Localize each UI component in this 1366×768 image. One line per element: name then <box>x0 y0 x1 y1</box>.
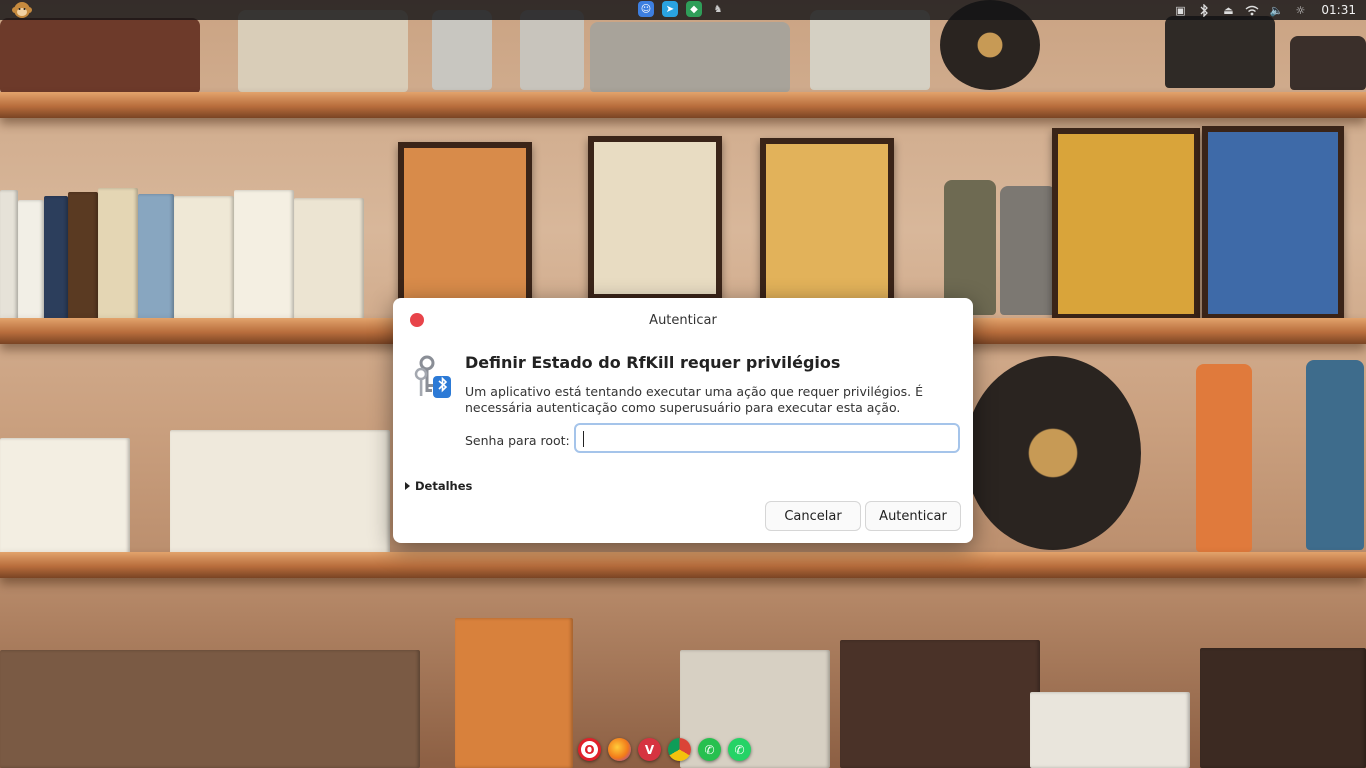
finder-face-icon[interactable]: ☺ <box>638 1 654 17</box>
firefox-icon[interactable] <box>608 738 631 761</box>
monkey-menu-icon[interactable] <box>12 1 32 19</box>
book-row <box>840 640 1040 768</box>
bucket-decoration <box>590 22 790 92</box>
book <box>138 194 174 325</box>
bottle-decoration <box>1000 186 1056 315</box>
panel-running-apps: ☺ ➤ ◆ ♞ <box>638 1 726 17</box>
book-stack <box>170 430 390 563</box>
book-stack <box>1030 692 1190 768</box>
whatsapp-icon[interactable]: ✆ <box>728 738 751 761</box>
book <box>455 618 573 768</box>
whatsapp-icon[interactable]: ✆ <box>698 738 721 761</box>
authenticate-button[interactable]: Autenticar <box>865 501 961 531</box>
drive-icon[interactable]: ⏏ <box>1221 3 1235 17</box>
book <box>98 188 138 325</box>
tin-decoration <box>810 10 930 90</box>
brightness-icon[interactable]: ☼ <box>1293 3 1307 17</box>
book <box>174 196 234 325</box>
text-caret <box>583 431 584 447</box>
shelf <box>0 552 1366 578</box>
panel-menu[interactable] <box>12 1 32 22</box>
password-label: Senha para root: <box>465 433 570 448</box>
bluetooth-icon[interactable] <box>1197 3 1211 17</box>
vase-decoration <box>1306 360 1364 550</box>
desktop: ☺ ➤ ◆ ♞ ▣ ⏏ 🔈 ☼ 01:31 Autenticar Definir… <box>0 0 1366 768</box>
bottle-decoration <box>944 180 996 315</box>
book <box>0 190 18 325</box>
password-input[interactable] <box>574 423 960 453</box>
keys-bluetooth-icon <box>414 355 451 398</box>
volume-icon[interactable]: 🔈 <box>1269 3 1284 17</box>
top-panel: ☺ ➤ ◆ ♞ ▣ ⏏ 🔈 ☼ 01:31 <box>0 0 1366 20</box>
book <box>294 198 364 325</box>
dialog-message: Um aplicativo está tentando executar uma… <box>465 384 923 415</box>
book <box>18 200 44 325</box>
poster <box>1052 128 1200 320</box>
ghost-icon[interactable]: ♞ <box>710 1 726 17</box>
system-tray: ▣ ⏏ 🔈 ☼ 01:31 <box>1173 0 1356 20</box>
book <box>68 192 98 325</box>
vase-decoration <box>1196 364 1252 552</box>
poster <box>760 138 894 304</box>
telegram-icon[interactable]: ➤ <box>662 1 678 17</box>
book <box>44 196 68 325</box>
dialog-heading: Definir Estado do RfKill requer privilég… <box>465 353 841 372</box>
cancel-button[interactable]: Cancelar <box>765 501 861 531</box>
vinyl-decoration <box>965 356 1141 550</box>
radio-decoration <box>238 10 408 92</box>
dock: O V ✆ ✆ <box>578 738 751 761</box>
book-row <box>0 650 420 768</box>
screenshot-icon[interactable]: ▣ <box>1173 3 1187 17</box>
details-label: Detalhes <box>415 479 473 493</box>
chrome-icon[interactable] <box>668 738 691 761</box>
radio-decoration <box>1165 16 1275 88</box>
opera-icon[interactable]: O <box>578 738 601 761</box>
shield-vpn-icon[interactable]: ◆ <box>686 1 702 17</box>
wifi-icon[interactable] <box>1245 3 1259 17</box>
book <box>234 190 294 325</box>
clock[interactable]: 01:31 <box>1321 3 1356 17</box>
shelf <box>0 92 1366 118</box>
poster <box>398 142 532 304</box>
tin-decoration <box>432 10 492 90</box>
tin-decoration <box>520 10 584 90</box>
expander-triangle-icon <box>405 482 410 490</box>
radio-decoration <box>0 18 200 93</box>
camera-decoration <box>1290 36 1366 90</box>
book-pile <box>0 438 130 563</box>
book-row <box>1200 648 1366 768</box>
poster <box>1202 126 1344 320</box>
vivaldi-icon[interactable]: V <box>638 738 661 761</box>
dialog-title: Autenticar <box>649 313 717 328</box>
authentication-dialog: Autenticar Definir Estado do RfKill requ… <box>393 298 973 543</box>
details-expander[interactable]: Detalhes <box>405 479 472 493</box>
poster <box>588 136 722 300</box>
